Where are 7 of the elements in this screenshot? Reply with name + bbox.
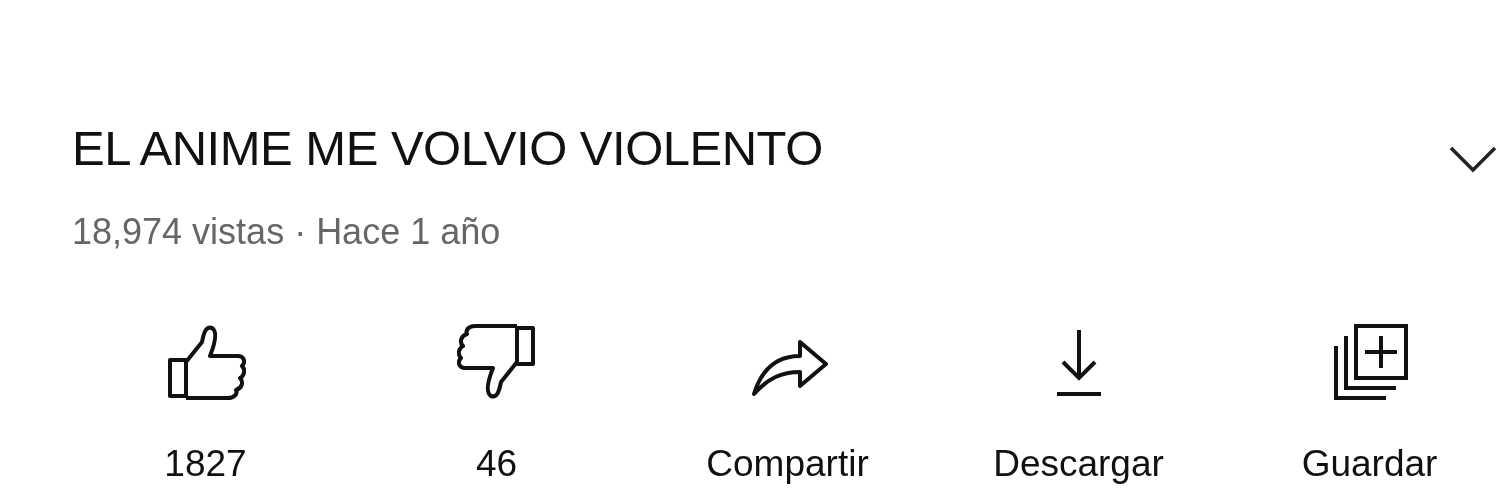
action-label[interactable]: 46: [475, 442, 518, 486]
action-label[interactable]: 1827: [164, 442, 247, 486]
action-label[interactable]: Descargar: [993, 442, 1164, 486]
video-title: EL ANIME ME VOLVIO VIOLENTO: [72, 120, 824, 177]
video-meta: 18,974 vistas · Hace 1 año: [71, 210, 502, 254]
action-label[interactable]: Guardar: [1301, 442, 1438, 486]
action-label[interactable]: Compartir: [706, 442, 869, 486]
